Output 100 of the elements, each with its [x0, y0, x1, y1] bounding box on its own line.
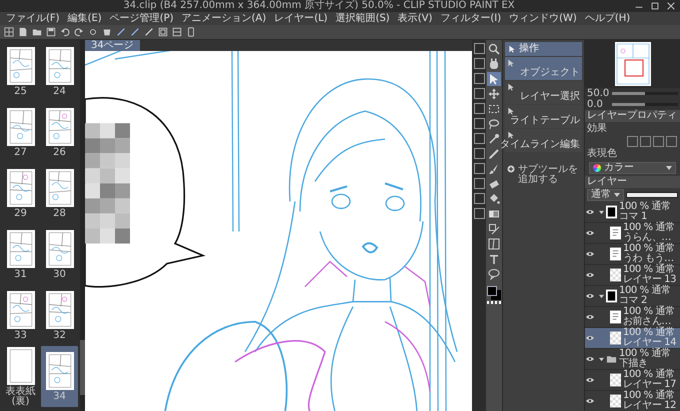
layer-blend-mode: 100 % 通常	[619, 202, 671, 212]
layer-thumbnail	[610, 268, 621, 282]
menu-item[interactable]: ウィンドウ(W)	[509, 14, 577, 24]
eye-icon[interactable]	[586, 356, 594, 362]
layer-name: うらん、…	[623, 233, 672, 243]
page-item[interactable]: 27	[2, 102, 39, 163]
eye-icon[interactable]	[586, 209, 594, 215]
panel-icon[interactable]	[474, 73, 484, 84]
page-label: 31	[14, 270, 27, 280]
eye-icon[interactable]	[586, 335, 594, 341]
add-sub-tool-button[interactable]: サブツールを追加する	[505, 163, 582, 187]
menu-item[interactable]: 表示(V)	[398, 14, 432, 24]
hand-icon[interactable]	[487, 57, 501, 71]
blend-mode-dropdown[interactable]: 通常	[587, 189, 624, 201]
layer-row[interactable]: 100 % 通常 うわ もう…	[585, 244, 680, 265]
eye-icon[interactable]	[586, 251, 594, 257]
effect-icon[interactable]	[653, 136, 664, 147]
menu-item[interactable]: レイヤー(L)	[274, 14, 328, 24]
eye-icon[interactable]	[586, 272, 594, 278]
effect-icon[interactable]	[666, 136, 677, 147]
layer-thumbnail	[610, 310, 621, 324]
page-item[interactable]: 表表紙(裏)	[2, 346, 39, 407]
menu-item[interactable]: ヘルプ(H)	[584, 14, 630, 24]
page-item[interactable]: 29	[2, 163, 39, 224]
frame-icon	[158, 27, 168, 37]
save-icon	[46, 27, 56, 37]
expand-arrow-icon[interactable]	[599, 356, 604, 362]
menu-item[interactable]: ファイル(F)	[6, 14, 60, 24]
layer-name: レイヤー 13	[623, 275, 676, 285]
panel-icon[interactable]	[474, 118, 484, 129]
pen-icon[interactable]	[487, 147, 501, 161]
panel-icon[interactable]	[474, 148, 484, 159]
eye-icon[interactable]	[586, 230, 594, 236]
page-item[interactable]: 32	[41, 285, 78, 346]
eye-icon[interactable]	[586, 314, 594, 320]
magnifier-icon[interactable]	[487, 42, 501, 56]
effect-icon[interactable]	[640, 136, 651, 147]
dashed-rectangle-icon[interactable]	[487, 102, 501, 116]
lasso-icon[interactable]	[487, 117, 501, 131]
move-arrows-icon[interactable]	[487, 87, 501, 101]
menu-item[interactable]: 編集(E)	[68, 14, 102, 24]
layer-row[interactable]: 100 % 通常 うらん、…	[585, 223, 680, 244]
expression-color-dropdown[interactable]: カラー	[589, 162, 676, 174]
panel-icon[interactable]	[474, 43, 484, 54]
layer-row[interactable]: 100 % 通常 レイヤー 14	[585, 328, 680, 349]
panel-icon[interactable]	[474, 58, 484, 69]
page-item[interactable]: 30	[41, 224, 78, 285]
speech-balloon-icon[interactable]	[487, 267, 501, 281]
navigator-slider[interactable]	[612, 103, 678, 106]
page-thumbnail	[46, 46, 74, 84]
menu-item[interactable]: ページ管理(P)	[110, 14, 174, 24]
panel-icon[interactable]	[474, 103, 484, 114]
transparent-color-icon[interactable]	[487, 301, 501, 304]
color-swatch-icon[interactable]	[487, 286, 501, 300]
panel-icon[interactable]	[474, 208, 484, 219]
layer-row[interactable]: 100 % 通常 コマ 2	[585, 286, 680, 307]
page-item[interactable]: 24	[41, 41, 78, 102]
sub-tool-item[interactable]: オブジェクト	[505, 57, 582, 80]
layer-row[interactable]: 100 % 通常 下描き	[585, 349, 680, 370]
expand-arrow-icon[interactable]	[599, 294, 604, 298]
slider-reading: 50.0	[587, 88, 609, 98]
menu-item[interactable]: アニメーション(A)	[182, 14, 266, 24]
eye-icon[interactable]	[586, 293, 594, 299]
eye-icon[interactable]	[586, 398, 594, 404]
sub-tool-item[interactable]: ライトテーブル	[505, 105, 582, 128]
panel-icon[interactable]	[474, 178, 484, 189]
effect-icon[interactable]	[627, 136, 638, 147]
scrollbar[interactable]	[80, 40, 85, 411]
page-item[interactable]: 26	[41, 102, 78, 163]
page-item[interactable]: 33	[2, 285, 39, 346]
sub-tool-item[interactable]: レイヤー選択	[505, 81, 582, 104]
device-icon	[186, 27, 196, 37]
menu-item[interactable]: 選択範囲(S)	[336, 14, 390, 24]
layer-row[interactable]: 100 % 通常 コマ 1	[585, 202, 680, 223]
layer-name: お前さん…	[623, 317, 672, 327]
panel-icon[interactable]	[474, 133, 484, 144]
layer-name: レイヤー 12	[623, 401, 676, 411]
panel-icon[interactable]	[474, 193, 484, 204]
panel-icon[interactable]	[474, 163, 484, 174]
menu-item[interactable]: フィルター(I)	[440, 14, 502, 24]
page-item[interactable]: 31	[2, 224, 39, 285]
layer-row[interactable]: 100 % 通常 レイヤー 12	[585, 391, 680, 411]
layer-name: コマ 2	[619, 296, 648, 306]
frame-icon[interactable]	[487, 237, 501, 251]
expand-arrow-icon[interactable]	[599, 210, 604, 214]
cursor-icon[interactable]	[487, 72, 501, 86]
page-label: 28	[53, 208, 66, 218]
page-item[interactable]: 25	[2, 41, 39, 102]
layer-row[interactable]: 100 % 通常 レイヤー 13	[585, 265, 680, 286]
layer-tab[interactable]: レイヤー	[585, 176, 680, 188]
page-item[interactable]: 28	[41, 163, 78, 224]
eyedropper-icon[interactable]	[487, 132, 501, 146]
canvas-tab[interactable]: 34ページ	[85, 40, 140, 51]
eye-icon[interactable]	[586, 377, 594, 383]
layer-row[interactable]: 100 % 通常 レイヤー 17	[585, 370, 680, 391]
layer-property-tab[interactable]: レイヤープロパティ	[585, 110, 680, 122]
shape-icon[interactable]	[487, 222, 501, 236]
navigator-slider[interactable]	[612, 92, 678, 95]
panel-icon[interactable]	[474, 88, 484, 99]
caret-icon	[614, 193, 620, 197]
